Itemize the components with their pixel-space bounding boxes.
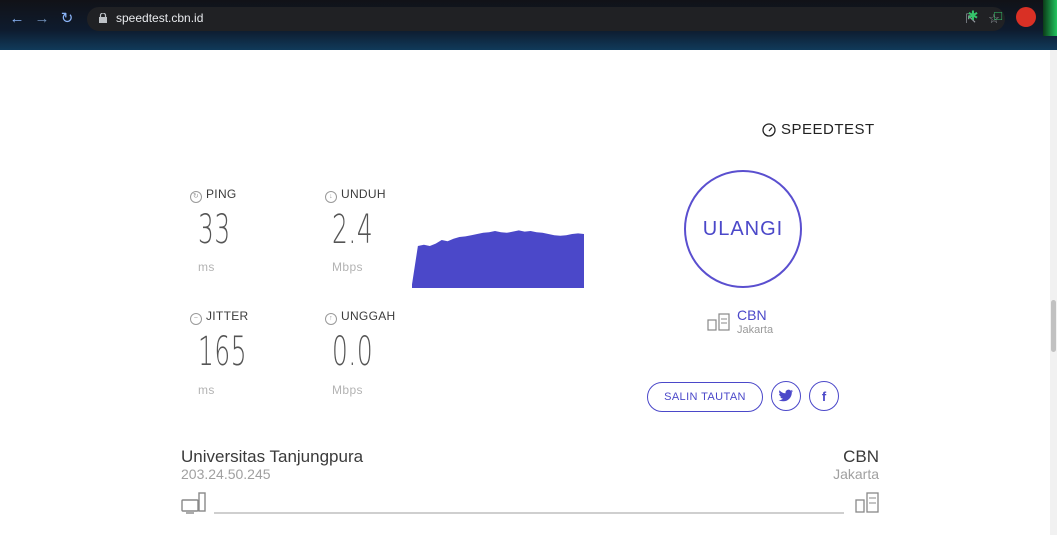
facebook-icon: f — [821, 388, 827, 404]
upload-value: 0.0 — [332, 329, 374, 375]
server-icon — [855, 492, 879, 513]
scrollbar-thumb[interactable] — [1051, 300, 1056, 352]
profile-avatar-icon[interactable] — [1016, 7, 1036, 27]
host-name: Universitas Tanjungpura — [181, 447, 364, 466]
extensions-puzzle-icon[interactable]: ✱ — [964, 7, 982, 25]
gauge-icon — [762, 123, 776, 137]
upload-label: ↑ UNGGAH — [325, 309, 395, 325]
window-edge — [1043, 0, 1057, 36]
destination-location: Jakarta — [833, 466, 879, 482]
browser-chrome: ← → ↻ speedtest.cbn.id ⇱ ☆ ✱ □ — [0, 0, 1057, 50]
download-icon: ↓ — [325, 191, 337, 203]
twitter-button[interactable] — [771, 381, 801, 411]
sidebar-icon[interactable]: □ — [989, 7, 1007, 25]
server-icon — [707, 313, 730, 331]
ping-value: 33 — [198, 207, 231, 253]
address-bar[interactable]: speedtest.cbn.id ⇱ ☆ — [87, 7, 1005, 31]
back-arrow-icon[interactable]: ← — [8, 10, 26, 28]
copy-link-button[interactable]: SALIN TAUTAN — [647, 382, 763, 412]
ping-label: ↻ PING — [190, 187, 237, 203]
server-location: Jakarta — [737, 324, 774, 336]
download-unit: Mbps — [332, 260, 363, 274]
upload-unit: Mbps — [332, 383, 363, 397]
retry-button[interactable]: ULANGI — [684, 170, 802, 288]
facebook-button[interactable]: f — [809, 381, 839, 411]
jitter-unit: ms — [198, 383, 215, 397]
jitter-label: − JITTER — [190, 309, 248, 325]
url-text: speedtest.cbn.id — [116, 11, 204, 25]
download-value: 2.4 — [332, 207, 374, 253]
speedtest-logo: SPEEDTEST — [781, 121, 875, 138]
destination-name: CBN — [843, 447, 879, 466]
upload-icon: ↑ — [325, 313, 337, 325]
browser-toolbar: ← → ↻ speedtest.cbn.id ⇱ ☆ ✱ □ — [0, 4, 1057, 34]
reload-icon[interactable]: ↻ — [58, 10, 76, 28]
page-scrollbar[interactable] — [1050, 50, 1057, 535]
twitter-icon — [778, 389, 793, 402]
download-speed-area — [412, 230, 584, 288]
server-name[interactable]: CBN — [737, 307, 767, 323]
lock-icon — [99, 13, 107, 23]
computer-icon — [181, 492, 206, 514]
download-speed-graph — [412, 230, 584, 288]
jitter-value: 165 — [198, 329, 248, 375]
ping-unit: ms — [198, 260, 215, 274]
ping-icon: ↻ — [190, 191, 202, 203]
connection-line — [214, 512, 844, 514]
forward-arrow-icon[interactable]: → — [33, 10, 51, 28]
jitter-icon: − — [190, 313, 202, 325]
host-ip: 203.24.50.245 — [181, 466, 271, 482]
download-label: ↓ UNDUH — [325, 187, 386, 203]
